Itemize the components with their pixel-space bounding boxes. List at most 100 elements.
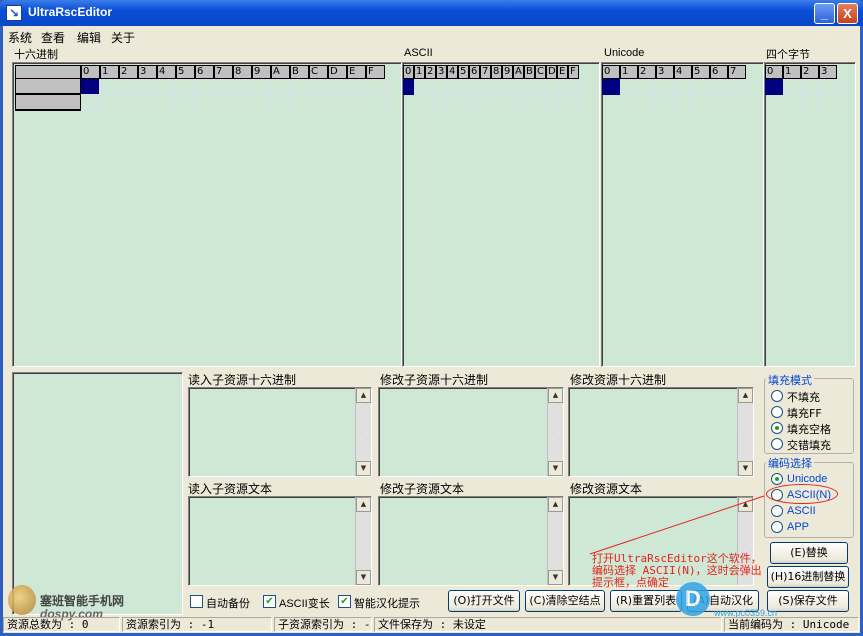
ascii-col-header: A xyxy=(513,65,524,79)
ascii-col-header: 6 xyxy=(469,65,480,79)
hex-col-header: 2 xyxy=(119,65,138,79)
hex-col-header: D xyxy=(328,65,347,79)
hex-col-header: C xyxy=(309,65,328,79)
hex-replace-button[interactable]: (H)16进制替换 xyxy=(767,566,849,588)
read-sub-hex-label: 读入子资源十六进制 xyxy=(188,373,297,387)
mod-sub-hex-textarea[interactable]: ▲ ▼ xyxy=(378,387,564,477)
app-icon: ↘ xyxy=(6,5,22,21)
reset-list-button[interactable]: (R)重置列表 xyxy=(610,590,682,612)
scroll-up-icon[interactable]: ▲ xyxy=(548,388,563,403)
menu-system[interactable]: 系统 xyxy=(8,29,32,46)
auto-backup-checkbox[interactable] xyxy=(190,595,203,608)
mod-hex-textarea[interactable]: ▲ ▼ xyxy=(568,387,754,477)
four-bytes-col-header: 0 xyxy=(765,65,783,79)
ascii-column-headers: 0 1 2 3 4 5 6 7 8 9 A B C D E F xyxy=(403,65,579,79)
fill-space-radio[interactable] xyxy=(771,422,783,434)
read-sub-hex-textarea[interactable]: ▲ ▼ xyxy=(188,387,372,477)
fill-interleave-radio[interactable] xyxy=(771,438,783,450)
clear-empty-nodes-button[interactable]: (C)清除空结点 xyxy=(525,590,605,612)
hex-selected-cell[interactable] xyxy=(81,79,100,95)
fill-space-label[interactable]: 填充空格 xyxy=(787,421,831,437)
unicode-grid-panel[interactable]: 0 1 2 3 4 5 6 7 xyxy=(601,62,764,367)
window-title: UltraRscEditor xyxy=(28,5,113,19)
menu-about[interactable]: 关于 xyxy=(111,29,135,46)
save-file-button[interactable]: (S)保存文件 xyxy=(767,590,849,612)
unicode-cells[interactable] xyxy=(620,79,746,111)
scroll-down-icon[interactable]: ▼ xyxy=(356,461,371,476)
hex-grid-panel[interactable]: 0 1 2 3 4 5 6 7 8 9 A B C D E F xyxy=(12,62,402,367)
fill-interleave-label[interactable]: 交错填充 xyxy=(787,437,831,453)
ascii-selected-cell[interactable] xyxy=(403,79,414,95)
scroll-up-icon[interactable]: ▲ xyxy=(738,388,753,403)
close-button[interactable]: X xyxy=(837,3,858,24)
menu-edit[interactable]: 编辑 xyxy=(77,29,101,46)
scroll-down-icon[interactable]: ▼ xyxy=(548,461,563,476)
title-bar[interactable] xyxy=(0,0,863,26)
vertical-scrollbar[interactable]: ▲ ▼ xyxy=(355,497,371,585)
status-current-encoding: 当前编码为 : Unicode xyxy=(724,617,859,632)
hex-row-header[interactable] xyxy=(15,95,81,111)
ascii-col-header: 8 xyxy=(491,65,502,79)
resource-tree-panel[interactable] xyxy=(12,372,183,615)
hex-col-header: 8 xyxy=(233,65,252,79)
scroll-down-icon[interactable]: ▼ xyxy=(548,570,563,585)
read-sub-text-textarea[interactable]: ▲ ▼ xyxy=(188,496,372,586)
fill-mode-title: 填充模式 xyxy=(766,372,814,388)
scroll-up-icon[interactable]: ▲ xyxy=(356,497,371,512)
fill-ff-radio[interactable] xyxy=(771,406,783,418)
four-bytes-cells[interactable] xyxy=(783,79,837,111)
status-resource-index: 资源索引为 : -1 xyxy=(122,617,272,632)
hex-col-header: F xyxy=(366,65,385,79)
pc0359-logo-icon: D xyxy=(676,582,710,616)
hex-col-header: 4 xyxy=(157,65,176,79)
smart-cn-checkbox[interactable]: ✔ xyxy=(338,595,351,608)
enc-app-radio[interactable] xyxy=(771,521,783,533)
menu-view[interactable]: 查看 xyxy=(41,29,65,46)
scroll-up-icon[interactable]: ▲ xyxy=(356,388,371,403)
status-total-resources: 资源总数为 : 0 xyxy=(3,617,120,632)
enc-ascii-radio[interactable] xyxy=(771,505,783,517)
ascii-col-header: 0 xyxy=(403,65,414,79)
open-file-button[interactable]: (O)打开文件 xyxy=(448,590,520,612)
ascii-variable-label[interactable]: ASCII变长 xyxy=(279,595,330,611)
unicode-selected-cell[interactable] xyxy=(602,79,620,95)
unicode-column-headers: 0 1 2 3 4 5 6 7 xyxy=(602,65,746,79)
auto-backup-label[interactable]: 自动备份 xyxy=(206,595,250,611)
ascii-grid-panel[interactable]: 0 1 2 3 4 5 6 7 8 9 A B C D E F xyxy=(402,62,600,367)
smart-cn-label[interactable]: 智能汉化提示 xyxy=(354,595,420,611)
replace-button[interactable]: (E)替换 xyxy=(770,542,848,564)
ascii-variable-checkbox[interactable]: ✔ xyxy=(263,595,276,608)
hex-section-label: 十六进制 xyxy=(14,48,58,61)
fill-none-label[interactable]: 不填充 xyxy=(787,389,820,405)
ascii-col-header: C xyxy=(535,65,546,79)
scroll-down-icon[interactable]: ▼ xyxy=(356,570,371,585)
scroll-up-icon[interactable]: ▲ xyxy=(548,497,563,512)
status-file-save: 文件保存为 : 未设定 xyxy=(374,617,722,632)
vertical-scrollbar[interactable]: ▲ ▼ xyxy=(737,388,753,476)
hex-row-header[interactable] xyxy=(15,79,81,95)
enc-unicode-radio[interactable] xyxy=(771,473,783,485)
vertical-scrollbar[interactable]: ▲ ▼ xyxy=(547,497,563,585)
unicode-col-header: 1 xyxy=(620,65,638,79)
fill-none-radio[interactable] xyxy=(771,390,783,402)
four-bytes-grid-panel[interactable]: 0 1 2 3 xyxy=(764,62,856,367)
mod-sub-text-textarea[interactable]: ▲ ▼ xyxy=(378,496,564,586)
read-sub-text-label: 读入子资源文本 xyxy=(188,482,273,496)
enc-app-label[interactable]: APP xyxy=(787,521,809,533)
ascii-cells[interactable] xyxy=(414,79,579,111)
highlight-ellipse xyxy=(766,484,838,504)
scroll-down-icon[interactable]: ▼ xyxy=(738,461,753,476)
hex-cell[interactable] xyxy=(81,95,100,111)
four-bytes-selected-cell[interactable] xyxy=(765,79,783,95)
hex-col-header: E xyxy=(347,65,366,79)
four-bytes-col-header: 1 xyxy=(783,65,801,79)
annotation-arrow xyxy=(589,495,765,555)
vertical-scrollbar[interactable]: ▲ ▼ xyxy=(547,388,563,476)
hex-cells[interactable] xyxy=(100,79,385,111)
enc-ascii-label[interactable]: ASCII xyxy=(787,505,816,517)
annotation-text: 打开UltraRscEditor这个软件，编码选择 ASCII(N)，这时会弹出… xyxy=(592,552,762,589)
minimize-button[interactable]: _ xyxy=(814,3,835,24)
vertical-scrollbar[interactable]: ▲ ▼ xyxy=(355,388,371,476)
ascii-col-header: 2 xyxy=(425,65,436,79)
fill-ff-label[interactable]: 填充FF xyxy=(787,405,822,421)
